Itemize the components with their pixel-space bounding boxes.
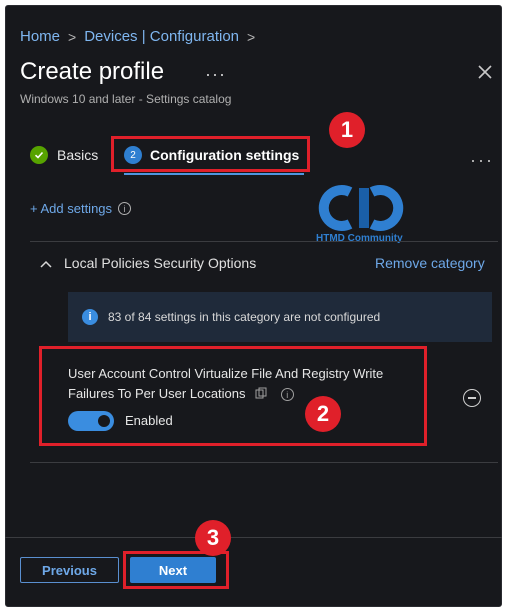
tab-basics[interactable]: Basics	[30, 146, 98, 164]
logo-text: HTMD Community	[316, 233, 403, 244]
previous-button[interactable]: Previous	[20, 557, 119, 583]
breadcrumb-devices-link[interactable]: Devices | Configuration	[84, 28, 239, 45]
breadcrumb-separator: >	[247, 28, 256, 45]
breadcrumb-home-link[interactable]: Home	[20, 28, 60, 45]
annotation-badge-3: 3	[195, 520, 231, 556]
more-options-icon[interactable]: ···	[470, 150, 494, 171]
active-tab-indicator	[124, 173, 304, 175]
divider	[30, 241, 498, 242]
tab-basics-label: Basics	[57, 147, 99, 163]
category-title: Local Policies Security Options	[64, 255, 257, 271]
annotation-box-1	[111, 136, 310, 172]
breadcrumb-separator: >	[68, 28, 77, 45]
check-icon	[30, 146, 48, 164]
annotation-box-3	[123, 551, 229, 589]
add-settings-label: + Add settings	[30, 201, 113, 216]
divider	[30, 462, 498, 463]
category-header[interactable]: Local Policies Security Options	[40, 255, 256, 271]
add-settings-link[interactable]: + Add settings i	[30, 201, 132, 216]
breadcrumb: Home > Devices | Configuration >	[20, 28, 255, 45]
info-banner: i 83 of 84 settings in this category are…	[68, 292, 492, 342]
annotation-badge-1: 1	[329, 112, 365, 148]
footer-divider	[5, 537, 502, 538]
info-icon[interactable]: i	[118, 202, 132, 215]
remove-setting-icon[interactable]	[463, 389, 481, 407]
info-banner-text: 83 of 84 settings in this category are n…	[108, 310, 381, 324]
remove-category-link[interactable]: Remove category	[375, 255, 485, 271]
title-more-icon[interactable]: ···	[205, 64, 226, 85]
annotation-box-2	[39, 346, 427, 446]
chevron-up-icon[interactable]	[40, 255, 52, 271]
close-icon[interactable]	[476, 63, 494, 81]
annotation-badge-2: 2	[305, 396, 341, 432]
page-title: Create profile	[20, 58, 165, 85]
info-icon: i	[82, 309, 98, 325]
page-subtitle: Windows 10 and later - Settings catalog	[20, 92, 232, 106]
